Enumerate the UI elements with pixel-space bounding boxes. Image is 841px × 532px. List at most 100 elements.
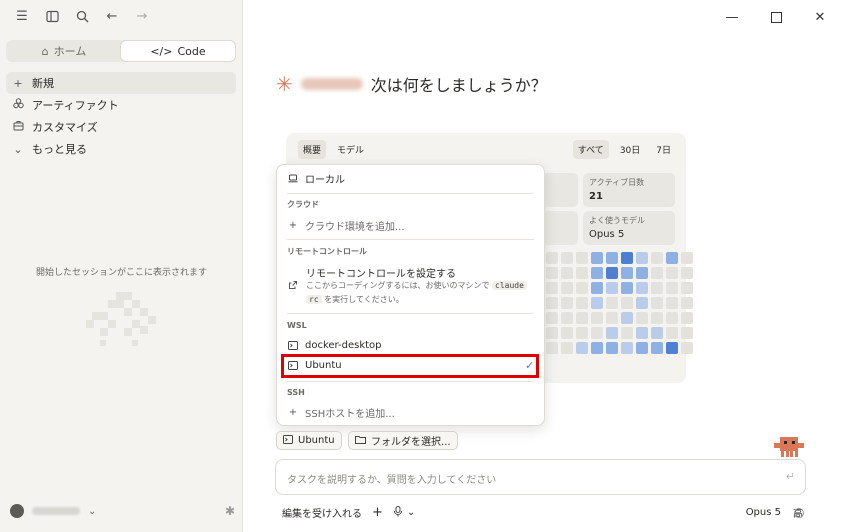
tab-models[interactable]: モデル bbox=[332, 140, 369, 159]
sidebar-item-customize[interactable]: カスタマイズ bbox=[6, 116, 236, 138]
composer-toolbar: 編集を受け入れる + ⌄ bbox=[282, 505, 415, 520]
heatmap-cell bbox=[651, 267, 663, 279]
divider bbox=[287, 193, 534, 194]
heatmap-cell bbox=[636, 282, 648, 294]
menu-icon[interactable]: ☰ bbox=[14, 8, 30, 24]
sidebar-item-label: もっと見る bbox=[32, 143, 87, 156]
tab-home[interactable]: ⌂ ホーム bbox=[7, 41, 121, 61]
prompt-composer[interactable]: タスクを説明するか、質問を入力してください ↵ bbox=[275, 459, 806, 495]
top-toolbar: ☰ ← → bbox=[0, 0, 243, 32]
code-icon: </> bbox=[150, 44, 173, 58]
heatmap-cell bbox=[546, 327, 558, 339]
search-icon[interactable] bbox=[74, 8, 90, 24]
close-icon[interactable]: ✕ bbox=[811, 8, 829, 26]
claude-star-icon: ✳ bbox=[276, 72, 293, 96]
heatmap-cell bbox=[681, 342, 693, 354]
range-30d[interactable]: 30日 bbox=[615, 140, 645, 159]
maximize-icon[interactable] bbox=[767, 8, 785, 26]
heatmap-cell bbox=[546, 252, 558, 264]
prompt-input[interactable]: タスクを説明するか、質問を入力してください bbox=[287, 471, 496, 486]
heatmap-cell bbox=[546, 267, 558, 279]
env-option-local[interactable]: ローカル bbox=[287, 171, 345, 186]
stat-card-favorite-model: よく使うモデル Opus 5 bbox=[583, 211, 675, 245]
heatmap-cell bbox=[681, 282, 693, 294]
heatmap-cell bbox=[681, 252, 693, 264]
setup-remote-control-button[interactable]: リモートコントロールを設定する bbox=[306, 265, 456, 280]
plus-icon: + bbox=[13, 76, 23, 90]
folder-select-label: フォルダを選択... bbox=[371, 437, 451, 448]
heatmap-cell bbox=[576, 267, 588, 279]
heatmap-cell bbox=[591, 327, 603, 339]
folder-icon bbox=[355, 435, 366, 447]
heatmap-cell bbox=[606, 297, 618, 309]
heatmap-cell bbox=[561, 282, 573, 294]
heatmap-cell bbox=[606, 342, 618, 354]
divider bbox=[287, 381, 534, 382]
heatmap-cell bbox=[561, 342, 573, 354]
range-all[interactable]: すべて bbox=[572, 140, 609, 159]
heatmap-cell bbox=[576, 297, 588, 309]
forward-arrow-icon[interactable]: → bbox=[134, 8, 150, 24]
tab-code[interactable]: </> Code bbox=[121, 41, 235, 61]
heatmap-cell bbox=[546, 282, 558, 294]
account-footer[interactable]: ⌄ ✱ bbox=[10, 504, 235, 518]
enter-icon[interactable]: ↵ bbox=[786, 470, 795, 483]
heatmap-cell bbox=[591, 267, 603, 279]
divider bbox=[287, 239, 534, 240]
sidebar-item-artifacts[interactable]: アーティファクト bbox=[6, 94, 236, 116]
chevron-down-icon[interactable]: ⌄ bbox=[88, 506, 96, 517]
plus-icon: + bbox=[288, 407, 298, 418]
heatmap-cell bbox=[666, 312, 678, 324]
model-selector[interactable]: Opus 5 bbox=[746, 507, 781, 518]
heatmap-cell bbox=[591, 297, 603, 309]
heatmap-cell bbox=[561, 267, 573, 279]
heatmap-cell bbox=[576, 282, 588, 294]
section-ssh: SSH bbox=[287, 388, 305, 397]
add-ssh-host-button[interactable]: + SSHホストを追加... bbox=[287, 405, 395, 420]
artifact-icon bbox=[12, 98, 24, 112]
add-cloud-env-button[interactable]: + クラウド環境を追加... bbox=[287, 218, 405, 233]
sidebar-item-more[interactable]: ⌄ もっと見る bbox=[6, 138, 236, 160]
context-usage-icon bbox=[794, 508, 804, 518]
empty-sessions-message: 開始したセッションがここに表示されます bbox=[35, 268, 207, 278]
avatar[interactable] bbox=[10, 504, 24, 518]
add-attachment-icon[interactable]: + bbox=[372, 505, 383, 520]
chevron-down-icon[interactable]: ⌄ bbox=[407, 507, 415, 518]
briefcase-icon bbox=[12, 120, 24, 134]
heatmap-cell bbox=[621, 342, 633, 354]
stat-label: アクティブ日数 bbox=[589, 178, 645, 187]
greeting: ✳ 次は何をしましょうか？ bbox=[276, 72, 547, 96]
range-7d[interactable]: 7日 bbox=[651, 140, 676, 159]
env-option-docker-desktop[interactable]: docker-desktop bbox=[287, 340, 382, 351]
minimize-icon[interactable]: — bbox=[723, 8, 741, 26]
sparkle-icon[interactable]: ✱ bbox=[225, 504, 235, 518]
stats-tabs: 概要 モデル bbox=[298, 140, 369, 159]
sidebar-toggle-icon[interactable] bbox=[44, 8, 60, 24]
microphone-icon[interactable] bbox=[393, 505, 403, 520]
folder-select-chip[interactable]: フォルダを選択... bbox=[348, 431, 458, 450]
heatmap-cell bbox=[666, 297, 678, 309]
stat-card-active-days: アクティブ日数 21 bbox=[583, 173, 675, 207]
heatmap-cell bbox=[636, 342, 648, 354]
heatmap-cell bbox=[606, 312, 618, 324]
tab-home-label: ホーム bbox=[53, 45, 87, 58]
sidebar-item-new[interactable]: + 新規 bbox=[6, 72, 236, 94]
back-arrow-icon[interactable]: ← bbox=[104, 8, 120, 24]
heatmap-cell bbox=[666, 282, 678, 294]
mode-toggle: ⌂ ホーム </> Code bbox=[6, 40, 236, 62]
heatmap-cell bbox=[651, 282, 663, 294]
heatmap-cell bbox=[591, 252, 603, 264]
heatmap-cell bbox=[651, 312, 663, 324]
tab-overview[interactable]: 概要 bbox=[298, 140, 327, 159]
add-ssh-host-label: SSHホストを追加... bbox=[305, 409, 395, 420]
sidebar-item-label: 新規 bbox=[32, 77, 54, 90]
user-name-redacted bbox=[300, 78, 363, 90]
heatmap-cell bbox=[606, 267, 618, 279]
accept-edits-toggle[interactable]: 編集を受け入れる bbox=[282, 505, 362, 520]
remote-desc-text: を実行してください。 bbox=[324, 295, 404, 304]
heatmap-cell bbox=[546, 297, 558, 309]
heatmap-cell bbox=[681, 267, 693, 279]
environment-chip[interactable]: Ubuntu bbox=[276, 431, 342, 450]
heatmap-cell bbox=[576, 312, 588, 324]
sidebar-item-label: カスタマイズ bbox=[32, 121, 98, 134]
